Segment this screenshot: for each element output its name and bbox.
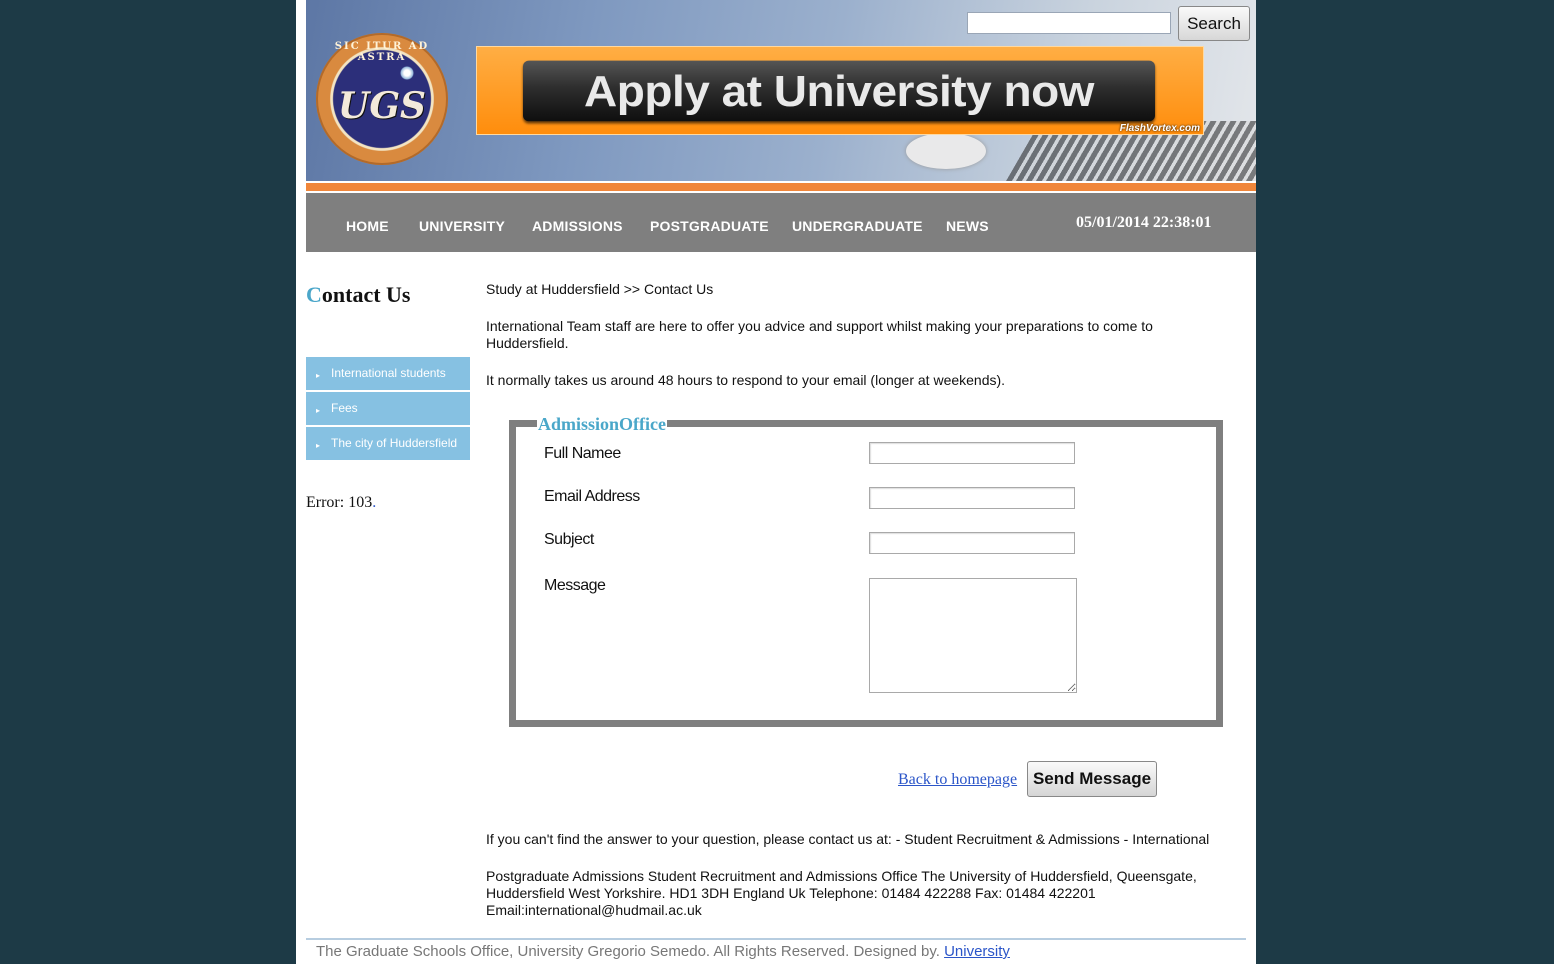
- error-message: Error: 103.: [306, 494, 376, 512]
- send-message-button[interactable]: Send Message: [1027, 761, 1157, 797]
- header-banner: SIC ITUR AD ASTRA UGS Search Apply at Un…: [306, 0, 1256, 181]
- back-to-homepage-link[interactable]: Back to homepage: [898, 771, 1017, 789]
- subject-label: Subject: [544, 531, 594, 548]
- logo-monogram: UGS: [337, 85, 427, 127]
- page-title-rest: ontact Us: [321, 282, 411, 307]
- nav-news[interactable]: NEWS: [946, 218, 989, 234]
- footer: The Graduate Schools Office, University …: [316, 943, 1010, 960]
- footer-divider: [306, 938, 1246, 940]
- admission-form-box: [509, 420, 1223, 727]
- form-legend: AdmissionOffice: [537, 414, 667, 435]
- university-logo[interactable]: SIC ITUR AD ASTRA UGS: [316, 33, 448, 165]
- page-title-initial: C: [306, 282, 322, 307]
- nav-university[interactable]: UNIVERSITY: [419, 218, 505, 234]
- full-name-label: Full Namee: [544, 445, 621, 462]
- nav-home[interactable]: HOME: [346, 218, 389, 234]
- sidebar-item-label: Fees: [331, 401, 358, 415]
- sidebar-item-label: The city of Huddersfield: [331, 436, 458, 450]
- error-link[interactable]: .: [372, 494, 376, 511]
- email-contact-text: Email:international@hudmail.ac.uk: [486, 902, 702, 918]
- apply-banner[interactable]: Apply at University now FlashVortex.com: [476, 46, 1204, 135]
- sidebar-item-label: International students: [331, 366, 446, 380]
- mouse-graphic: [906, 133, 986, 169]
- logo-motto: SIC ITUR AD ASTRA: [334, 41, 430, 63]
- error-text: Error: 103: [306, 494, 373, 511]
- nav-admissions[interactable]: ADMISSIONS: [532, 218, 623, 234]
- sidebar-item-fees[interactable]: ▸ Fees: [306, 392, 470, 425]
- subject-field[interactable]: [869, 532, 1075, 554]
- banner-credit: FlashVortex.com: [1119, 123, 1200, 134]
- search-button[interactable]: Search: [1178, 6, 1250, 41]
- email-label: Email Address: [544, 488, 640, 505]
- search-input[interactable]: [967, 12, 1171, 34]
- sidebar-item-city-of-huddersfield[interactable]: ▸ The city of Huddersfield: [306, 427, 470, 460]
- main-nav: HOME UNIVERSITY ADMISSIONS POSTGRADUATE …: [306, 193, 1256, 252]
- arrow-right-icon: ▸: [316, 406, 321, 415]
- page-container: SIC ITUR AD ASTRA UGS Search Apply at Un…: [296, 0, 1256, 964]
- intro-text: International Team staff are here to off…: [486, 318, 1153, 351]
- nav-postgraduate[interactable]: POSTGRADUATE: [650, 218, 769, 234]
- sidebar-item-international-students[interactable]: ▸ International students: [306, 357, 470, 390]
- contact-info-text: If you can't find the answer to your que…: [486, 831, 1210, 847]
- footer-designer-link[interactable]: University: [944, 943, 1010, 960]
- datetime-display: 05/01/2014 22:38:01: [1076, 214, 1212, 231]
- message-label: Message: [544, 577, 606, 594]
- apply-banner-text: Apply at University now: [523, 60, 1155, 122]
- response-time-text: It normally takes us around 48 hours to …: [486, 372, 1006, 388]
- full-name-field[interactable]: [869, 442, 1075, 464]
- breadcrumb: Study at Huddersfield >> Contact Us: [486, 281, 714, 297]
- arrow-right-icon: ▸: [316, 441, 321, 450]
- footer-text: The Graduate Schools Office, University …: [316, 943, 945, 960]
- address-line-1: Postgraduate Admissions Student Recruitm…: [486, 868, 1197, 884]
- email-field[interactable]: [869, 487, 1075, 509]
- nav-undergraduate[interactable]: UNDERGRADUATE: [792, 218, 923, 234]
- star-icon: [400, 66, 414, 80]
- address-line-2: Huddersfield West Yorkshire. HD1 3DH Eng…: [486, 885, 1096, 901]
- arrow-right-icon: ▸: [316, 371, 321, 380]
- page-title: Contact Us: [306, 282, 411, 308]
- message-field[interactable]: [869, 578, 1077, 693]
- header-divider: [306, 181, 1256, 191]
